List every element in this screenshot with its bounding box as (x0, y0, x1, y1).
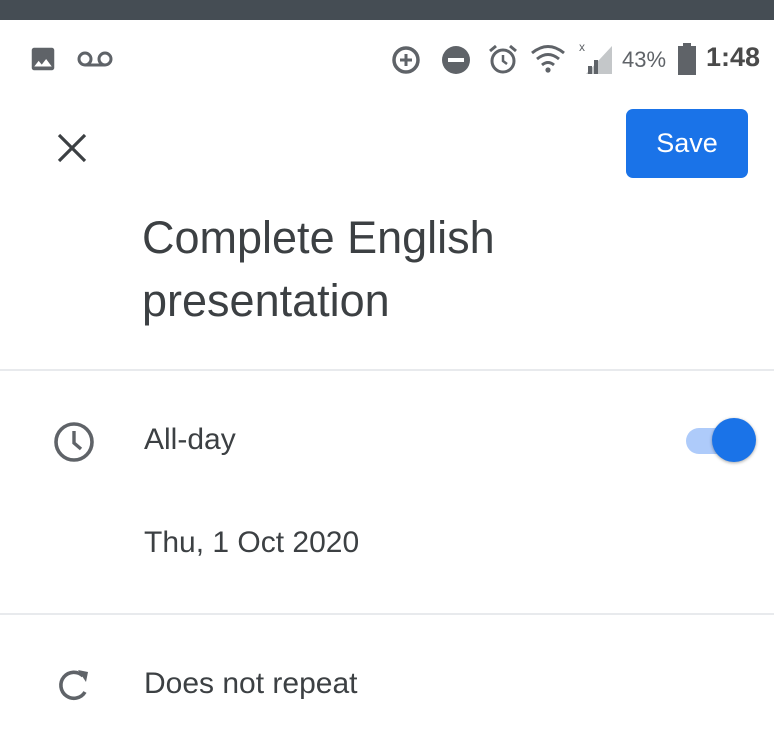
close-button[interactable] (48, 124, 96, 172)
all-day-label: All-day (144, 423, 236, 456)
divider (0, 613, 774, 615)
wifi-icon (531, 45, 565, 73)
save-button[interactable]: Save (626, 109, 748, 178)
event-title[interactable]: Complete English presentation (142, 206, 702, 332)
event-date[interactable]: Thu, 1 Oct 2020 (144, 526, 359, 560)
status-bar: x 43% 1:48 (0, 20, 774, 96)
status-time: 1:48 (706, 42, 761, 72)
voicemail-icon (77, 51, 113, 67)
divider (0, 369, 774, 371)
signal-icon: x (579, 40, 612, 74)
repeat-option[interactable]: Does not repeat (144, 667, 357, 701)
repeat-icon (59, 670, 88, 701)
battery-icon (678, 43, 696, 75)
all-day-toggle[interactable] (680, 418, 756, 464)
close-icon (57, 133, 87, 163)
data-saver-icon (392, 46, 420, 74)
toggle-knob (712, 418, 756, 462)
system-top-strip (0, 0, 774, 20)
svg-text:x: x (579, 40, 585, 54)
do-not-disturb-icon (442, 46, 470, 74)
alarm-icon (489, 44, 517, 74)
image-icon (31, 47, 55, 71)
clock-icon (54, 422, 94, 462)
battery-percent: 43% (622, 47, 667, 72)
